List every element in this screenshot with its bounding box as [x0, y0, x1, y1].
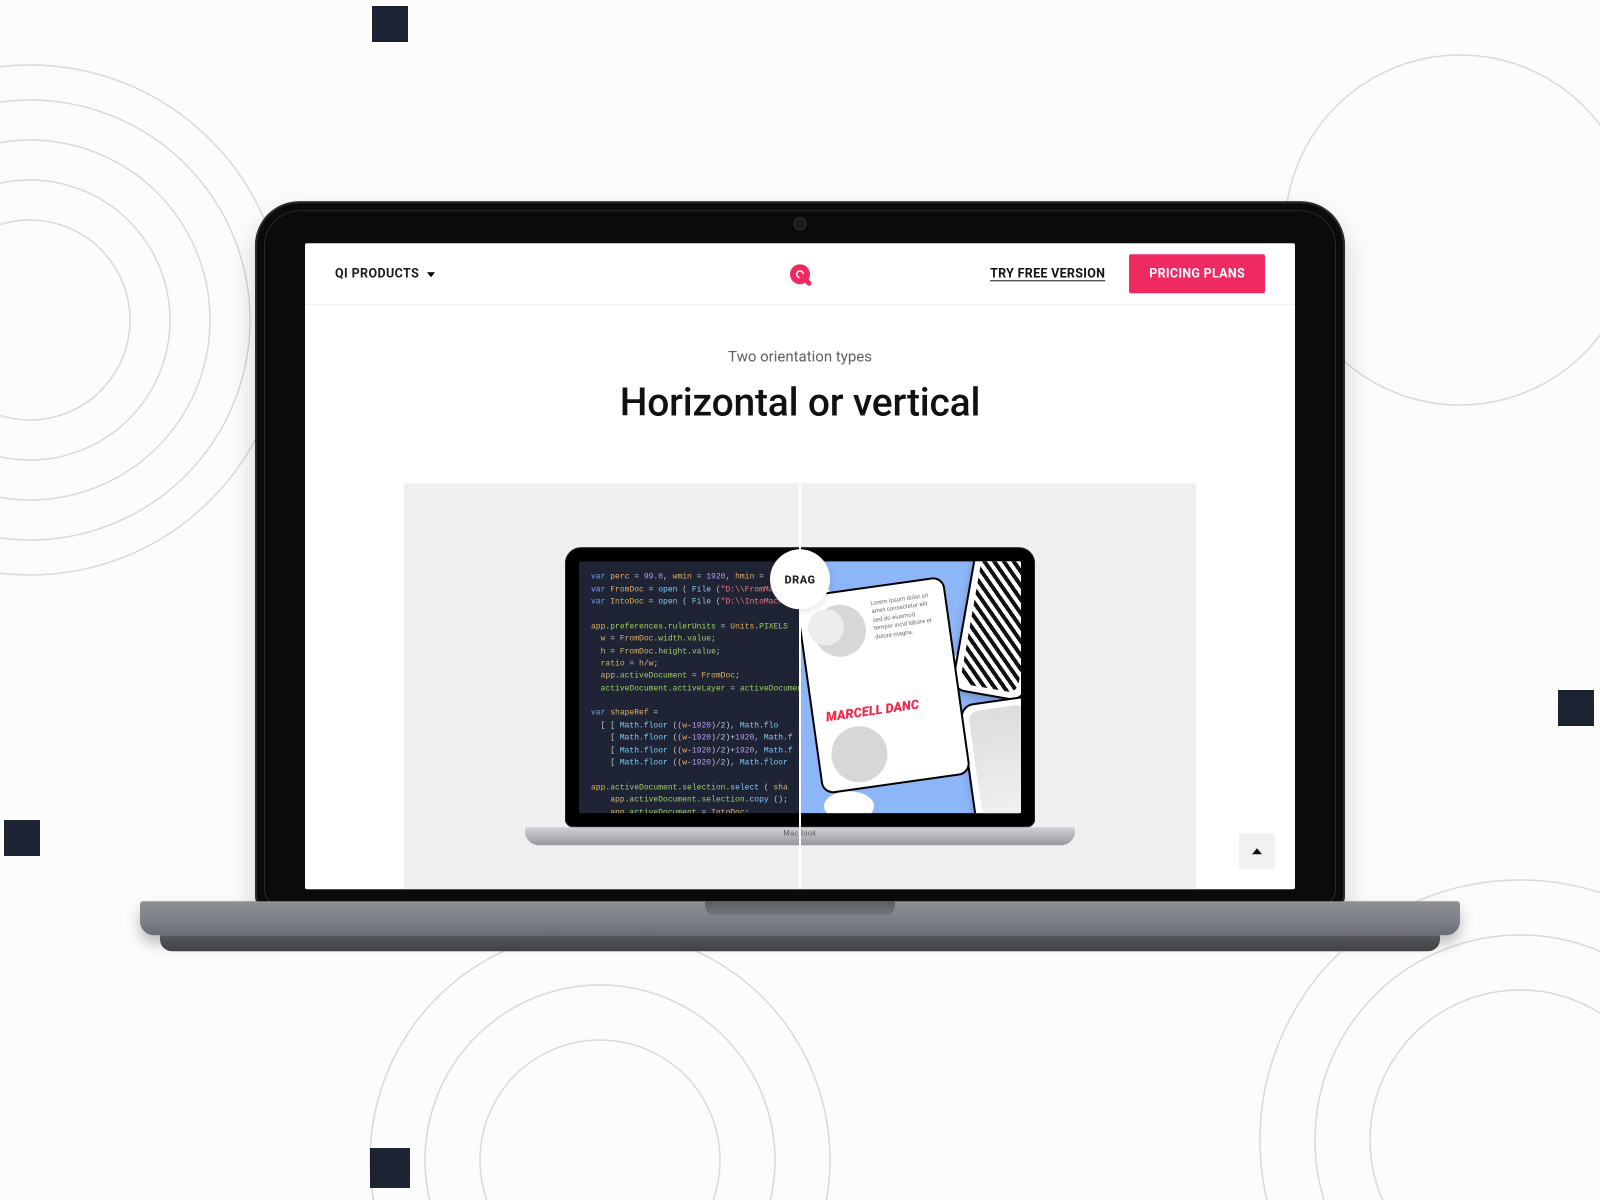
chevron-up-icon [1252, 848, 1262, 854]
drag-handle-label: DRAG [784, 573, 815, 586]
brand-logo[interactable] [788, 262, 812, 286]
webpage-screen: QI PRODUCTS TRY FREE VERSION PRICING PLA… [305, 243, 1295, 889]
site-header: QI PRODUCTS TRY FREE VERSION PRICING PLA… [305, 243, 1295, 305]
design-card-title: MARCELL DANC [825, 695, 948, 725]
pricing-plans-button[interactable]: PRICING PLANS [1129, 254, 1265, 293]
decoration-square [372, 6, 408, 42]
before-after-compare[interactable]: var perc = 99.0, wmin = 1920, hmin = var… [404, 483, 1196, 889]
decoration-square [1558, 690, 1594, 726]
camera-icon [794, 217, 807, 230]
decoration-circles-top-left [0, 60, 290, 580]
laptop-mockup: QI PRODUCTS TRY FREE VERSION PRICING PLA… [255, 201, 1345, 913]
decoration-square [4, 820, 40, 856]
section-eyebrow: Two orientation types [305, 347, 1295, 365]
try-free-link[interactable]: TRY FREE VERSION [990, 266, 1105, 281]
products-dropdown[interactable]: QI PRODUCTS [335, 266, 435, 281]
before-image-code: var perc = 99.0, wmin = 1920, hmin = var… [579, 561, 800, 813]
after-image-design: Lorem ipsum dolor sit amet consectetur e… [800, 561, 1021, 813]
section-title: Horizontal or vertical [305, 379, 1295, 425]
products-dropdown-label: QI PRODUCTS [335, 266, 419, 281]
scroll-to-top-button[interactable] [1239, 833, 1275, 869]
compare-divider [799, 483, 801, 889]
cursor-icon [808, 609, 844, 645]
chevron-down-icon [427, 272, 435, 277]
decoration-square [370, 1148, 410, 1188]
drag-handle[interactable]: DRAG [770, 549, 830, 609]
